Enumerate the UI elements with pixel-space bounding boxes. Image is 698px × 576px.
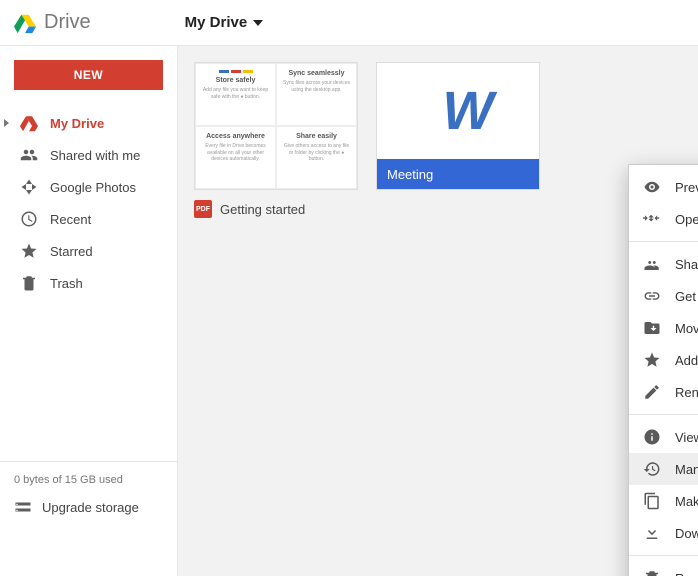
storage-usage-text: 0 bytes of 15 GB used [14, 474, 163, 486]
ctx-item-add-star[interactable]: Add star [629, 344, 698, 376]
make-copy-icon [643, 492, 661, 510]
main-area: Store safely Add any file you want to ke… [178, 46, 698, 576]
sidebar-item-label: My Drive [50, 116, 104, 131]
rename-icon [643, 383, 661, 401]
sidebar-item-photos[interactable]: Google Photos [0, 172, 177, 202]
ctx-item-label: Open with [675, 212, 698, 227]
ctx-item-label: Share... [675, 257, 698, 272]
ctx-item-label: Move to... [675, 321, 698, 336]
view-details-icon [643, 428, 661, 446]
clock-icon [20, 210, 38, 228]
storage-section: 0 bytes of 15 GB used Upgrade storage [0, 461, 177, 576]
download-icon [643, 524, 661, 542]
upgrade-storage[interactable]: Upgrade storage [14, 498, 163, 516]
drive-icon [20, 114, 38, 132]
pdf-icon: PDF [194, 200, 212, 218]
ctx-item-label: Remove [675, 571, 698, 576]
move-to-icon [643, 319, 661, 337]
sidebar: NEW My Drive Shared with me Google Photo… [0, 46, 178, 576]
chevron-down-icon [253, 20, 263, 26]
sidebar-nav: My Drive Shared with me Google Photos Re… [0, 108, 177, 298]
people-icon [20, 146, 38, 164]
ctx-item-label: Manage versions... [675, 462, 698, 477]
ctx-item-label: Preview [675, 180, 698, 195]
ctx-item-label: View details [675, 430, 698, 445]
file-item-getting-started[interactable]: Store safely Add any file you want to ke… [194, 62, 358, 218]
storage-icon [14, 498, 32, 516]
sidebar-item-starred[interactable]: Starred [0, 236, 177, 266]
file-item-meeting[interactable]: W Meeting [376, 62, 540, 190]
ctx-item-label: Download [675, 526, 698, 541]
get-link-icon [643, 287, 661, 305]
file-thumbnail: W Meeting [376, 62, 540, 190]
ctx-item-make-copy[interactable]: Make a copy [629, 485, 698, 517]
ctx-item-rename[interactable]: Rename... [629, 376, 698, 408]
sidebar-item-label: Recent [50, 212, 91, 227]
file-name: Getting started [220, 202, 305, 217]
new-button[interactable]: NEW [14, 60, 163, 90]
ctx-item-label: Get shareable link [675, 289, 698, 304]
file-thumbnail: Store safely Add any file you want to ke… [194, 62, 358, 190]
share-icon [643, 255, 661, 273]
trash-icon [20, 274, 38, 292]
ctx-item-share[interactable]: Share... [629, 248, 698, 280]
ctx-item-manage-versions[interactable]: Manage versions... [629, 453, 698, 485]
preview-icon [643, 178, 661, 196]
logo[interactable]: Drive [14, 11, 91, 34]
remove-icon [643, 569, 661, 576]
ctx-item-preview[interactable]: Preview [629, 171, 698, 203]
app-title: Drive [44, 11, 91, 34]
ctx-item-remove[interactable]: Remove [629, 562, 698, 576]
breadcrumb-label: My Drive [185, 14, 248, 31]
open-with-icon [643, 210, 661, 228]
ctx-item-label: Make a copy [675, 494, 698, 509]
ctx-item-move-to[interactable]: Move to... [629, 312, 698, 344]
sidebar-item-label: Trash [50, 276, 83, 291]
file-name: Meeting [377, 159, 539, 189]
manage-versions-icon [643, 460, 661, 478]
upgrade-storage-label: Upgrade storage [42, 500, 139, 515]
sidebar-item-label: Shared with me [50, 148, 140, 163]
star-icon [20, 242, 38, 260]
context-menu: Preview Open with› Share... Get shareable l… [628, 164, 698, 576]
expand-icon [4, 119, 9, 127]
add-star-icon [643, 351, 661, 369]
sidebar-item-my-drive[interactable]: My Drive [0, 108, 177, 138]
sidebar-item-label: Google Photos [50, 180, 136, 195]
sidebar-item-recent[interactable]: Recent [0, 204, 177, 234]
ctx-item-label: Rename... [675, 385, 698, 400]
ctx-item-label: Add star [675, 353, 698, 368]
file-grid: Store safely Add any file you want to ke… [194, 62, 682, 218]
sidebar-item-trash[interactable]: Trash [0, 268, 177, 298]
sidebar-item-shared[interactable]: Shared with me [0, 140, 177, 170]
photos-icon [20, 178, 38, 196]
ctx-item-view-details[interactable]: View details [629, 421, 698, 453]
ctx-item-get-link[interactable]: Get shareable link [629, 280, 698, 312]
breadcrumb[interactable]: My Drive [185, 14, 264, 31]
sidebar-item-label: Starred [50, 244, 93, 259]
ctx-item-open-with[interactable]: Open with› [629, 203, 698, 235]
topbar: Drive My Drive [0, 0, 698, 46]
drive-logo-icon [14, 12, 36, 34]
ctx-item-download[interactable]: Download [629, 517, 698, 549]
